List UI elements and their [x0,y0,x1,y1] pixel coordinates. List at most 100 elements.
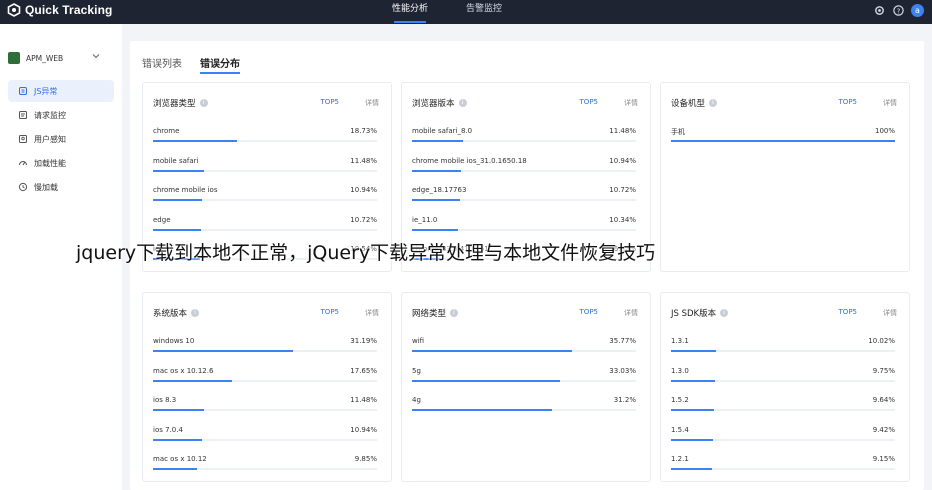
top5-button[interactable]: TOP5 [580,308,598,316]
bar-fill [412,199,461,201]
bar-track [412,228,636,231]
info-icon[interactable]: i [458,99,467,107]
speed-icon [19,161,27,166]
app-icon [8,52,20,64]
list-item: 4g 31.2% [412,396,636,426]
bar-fill [412,228,459,231]
bar-fill [671,379,715,382]
svg-text:?: ? [897,6,901,15]
overlay-caption: jquery下载到本地不正常，jQuery下载异常处理与本地文件恢复技巧 [76,242,656,264]
bar-track [671,350,895,352]
sidebar-item-request-monitoring[interactable]: 请求监控 [8,104,114,126]
list-item: 1.5.4 9.42% [671,426,895,456]
app-logo[interactable]: Quick Tracking [7,3,112,17]
bar-list: windows 10 31.19% mac os x 10.12.6 17.65% io… [153,337,377,485]
sidebar-item-js-errors[interactable]: JS异常 [8,80,114,102]
row-percent: 11.48% [350,156,377,165]
list-item: 1.3.0 9.75% [671,367,895,397]
row-label: chrome mobile ios [153,186,218,194]
row-label: edge [153,215,171,224]
row-label: 1.5.2 [671,396,689,404]
info-icon[interactable]: i [191,309,200,317]
card-title: 系统版本 i [153,307,200,319]
nav-alert-monitoring[interactable]: 告警监控 [462,0,506,24]
bug-icon [19,87,27,95]
details-link[interactable]: 详情 [624,98,638,108]
card-title: 网络类型 i [412,307,459,319]
top5-button[interactable]: TOP5 [839,98,857,106]
list-item: mac os x 10.12.6 17.65% [153,367,377,397]
list-item: ios 8.3 11.48% [153,396,377,426]
top5-button[interactable]: TOP5 [839,308,857,316]
clock-icon [18,182,28,192]
bar-fill [671,438,714,441]
row-label: ie_11.0 [412,215,438,224]
sidebar-item-slow-load[interactable]: 慢加载 [8,176,114,198]
row-percent: 35.77% [609,337,636,345]
card-title: 浏览器版本 i [412,97,467,109]
list-item: mobile safari_8.0 11.48% [412,127,636,157]
row-label: mac os x 10.12.6 [153,366,214,375]
row-percent: 10.72% [350,215,377,224]
row-label: ios 8.3 [153,396,177,404]
details-link[interactable]: 详情 [624,308,638,318]
info-icon[interactable]: i [450,309,459,317]
list-item: ios 7.0.4 10.94% [153,426,377,456]
help-icon[interactable]: ? [892,4,905,17]
bar-track [412,169,636,172]
list-item: mobile safari 11.48% [153,157,377,187]
bar-fill [671,468,712,470]
row-percent: 9.42% [872,425,895,434]
row-label: mobile safari [153,156,199,165]
details-link[interactable]: 详情 [883,98,897,108]
user-icon [19,135,27,143]
info-icon[interactable]: i [199,99,208,107]
top5-button[interactable]: TOP5 [321,308,339,316]
bar-list: wifi 35.77% 5g 33.03% 4g 31.2% [412,337,636,426]
top5-button[interactable]: TOP5 [321,98,339,106]
list-item: wifi 35.77% [412,337,636,367]
details-link[interactable]: 详情 [365,308,379,318]
list-item: 1.5.2 9.64% [671,396,895,426]
nav-performance-analysis[interactable]: 性能分析 [388,0,432,24]
row-percent: 10.94% [609,156,636,165]
details-link[interactable]: 详情 [365,98,379,108]
bar-track [412,350,636,352]
tab-error-list[interactable]: 错误列表 [142,55,182,73]
row-label: 1.2.1 [671,455,689,463]
bar-fill [153,140,237,142]
bar-track [153,199,377,201]
sidebar-menu: JS异常 请求监控 用户感知 加载性能 慢加载 [8,80,114,200]
row-label: 5g [412,366,421,375]
row-label: 手机 [671,128,685,136]
row-percent: 9.75% [872,366,895,375]
sidebar-item-user-perception[interactable]: 用户感知 [8,128,114,150]
card-network-type: 网络类型 i TOP5 详情 wifi 35.77% 5g 33.03% 4g 31.2% [401,292,651,482]
bar-fill [671,409,715,411]
settings-gear-icon[interactable] [873,4,886,17]
card-header: 系统版本 i TOP5 详情 [153,307,381,321]
app-selector[interactable]: APM_WEB [8,49,104,67]
row-percent: 31.2% [613,396,636,404]
row-percent: 11.48% [609,127,636,135]
info-icon[interactable]: i [709,99,718,107]
row-label: chrome [153,127,180,135]
info-icon[interactable]: i [720,309,729,317]
bar-fill [412,409,552,411]
bar-track [412,140,636,142]
row-label: wifi [412,337,425,345]
card-title-text: 网络类型 [412,309,447,319]
bar-fill [671,140,895,142]
top5-button[interactable]: TOP5 [580,98,598,106]
list-item: 1.2.1 9.15% [671,455,895,485]
bar-track [153,228,377,231]
sidebar-item-load-performance[interactable]: 加载性能 [8,152,114,174]
card-js-sdk-version: JS SDK版本 i TOP5 详情 1.3.1 10.02% 1.3.0 9.75% 1.5.… [660,292,910,482]
bar-track [671,379,895,382]
tab-error-distribution[interactable]: 错误分布 [200,55,240,74]
list-item: 5g 33.03% [412,367,636,397]
list-item: windows 10 31.19% [153,337,377,367]
details-link[interactable]: 详情 [883,308,897,318]
card-header: 设备机型 i TOP5 详情 [671,97,899,111]
user-avatar[interactable]: a [911,4,924,17]
